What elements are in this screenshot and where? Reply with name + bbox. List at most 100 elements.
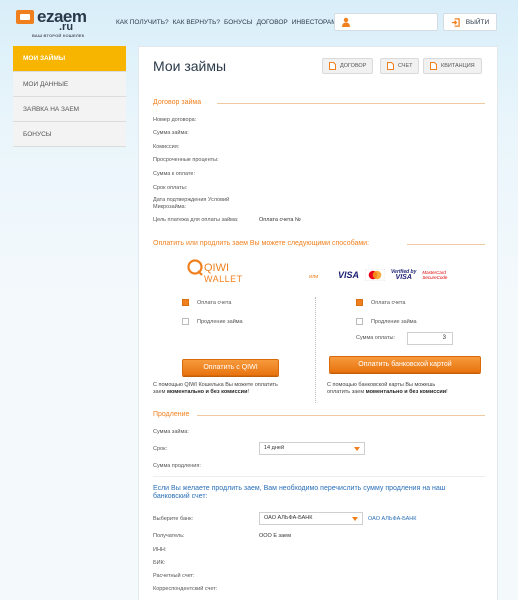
tab-label: СЧЕТ	[398, 63, 413, 69]
field-inn: ИНН:	[153, 547, 167, 553]
section-extend-heading: Продление	[153, 411, 190, 418]
sidebar-item-my-data[interactable]: МОИ ДАННЫЕ	[13, 72, 126, 97]
field-payment-purpose: Цель платежа для оплаты займа:	[153, 217, 239, 223]
qiwi-note-bold: моментально и без комиссии	[166, 389, 248, 395]
document-icon	[329, 62, 336, 70]
field-terms-date: Дата подтверждения Условий Микрозайма:	[153, 197, 230, 210]
option-label: Продление займа	[371, 318, 417, 325]
field-loan-sum: Сумма займа:	[153, 130, 189, 136]
checkbox-unchecked[interactable]	[356, 318, 363, 325]
field-bik: БИК:	[153, 560, 166, 566]
visa-logo: VISA	[338, 270, 360, 280]
payment-purpose-value: Оплата счета №	[259, 217, 301, 223]
chevron-down-icon	[352, 517, 358, 521]
card-option-pay[interactable]: Оплата счета	[356, 299, 405, 306]
field-commission: Комиссия:	[153, 144, 180, 150]
section-pay-heading: Оплатить или продлить заем Вы можете сле…	[153, 240, 370, 247]
wallet-logo-text: WALLET	[204, 274, 243, 284]
logo-tagline: ВАШ ВТОРОЙ КОШЕЛЕК	[32, 33, 85, 38]
tab-invoice[interactable]: СЧЕТ	[380, 58, 420, 74]
card-note-line-2: оплатить заем	[327, 389, 366, 395]
field-account: Расчетный счет:	[153, 573, 195, 579]
bank-select-value: ОАО АЛЬФА-БАНК	[264, 515, 313, 521]
card-note: С помощью банковской карты Вы можешь опл…	[327, 382, 487, 396]
extend-notice: Если Вы желаете продлить заем, Вам необх…	[153, 485, 446, 500]
card-option-extend[interactable]: Продление займа	[356, 318, 417, 325]
field-extend-sum: Сумма продления:	[153, 463, 201, 469]
qiwi-note-end: !	[247, 389, 249, 395]
main-panel: Мои займы ДОГОВОР СЧЕТ КВИТАНЦИЯ Договор…	[138, 46, 498, 600]
top-nav: КАК ПОЛУЧИТЬ? КАК ВЕРНУТЬ? БОНУСЫ ДОГОВО…	[116, 19, 337, 26]
document-icon	[430, 62, 437, 70]
chevron-down-icon	[354, 447, 360, 451]
qiwi-option-extend[interactable]: Продление займа	[182, 318, 243, 325]
field-term: Срок:	[153, 446, 168, 452]
section-contract-heading: Договор займа	[153, 99, 202, 106]
field-sum-to-pay: Сумма к оплате:	[153, 171, 195, 177]
option-label: Продление займа	[197, 318, 243, 325]
checkbox-unchecked[interactable]	[182, 318, 189, 325]
pay-qiwi-button[interactable]: Оплатить с QIWI	[182, 359, 279, 376]
term-select-value: 14 дней	[264, 445, 285, 451]
field-due-date: Срок оплаты:	[153, 185, 188, 191]
tab-label: КВИТАНЦИЯ	[441, 63, 475, 69]
logo-domain: .ru	[59, 21, 74, 33]
page-title: Мои займы	[153, 58, 227, 74]
field-choose-bank: Выберите банк:	[153, 516, 193, 522]
verified-by-visa-logo: Verified by VISA	[391, 270, 416, 282]
logout-icon	[451, 17, 460, 27]
pay-card-button[interactable]: Оплатить банковской картой	[329, 356, 481, 373]
nav-contract[interactable]: ДОГОВОР	[257, 19, 288, 26]
sidebar-item-my-loans[interactable]: МОИ ЗАЙМЫ	[13, 46, 126, 72]
divider	[197, 415, 485, 416]
qiwi-note-line-2: заем	[153, 389, 167, 395]
qiwi-logo-text: QIWI	[204, 262, 229, 274]
nav-how-to-get[interactable]: КАК ПОЛУЧИТЬ?	[116, 19, 169, 26]
logout-label: ВЫЙТИ	[465, 18, 490, 26]
qiwi-wallet-logo: QIWI WALLET	[187, 259, 243, 284]
sidebar-item-bonuses[interactable]: БОНУСЫ	[13, 122, 126, 147]
option-label: Оплата счета	[371, 299, 406, 306]
field-overdue-interest: Просроченные проценты:	[153, 157, 219, 163]
card-note-line-1: С помощью банковской карты Вы можешь	[327, 382, 436, 388]
tab-label: ДОГОВОР	[340, 63, 367, 69]
option-label: Оплата счета	[197, 299, 232, 306]
mcsc-line-2: SecureCode	[422, 275, 448, 280]
header: ezaem .ru ВАШ ВТОРОЙ КОШЕЛЕК КАК ПОЛУЧИТ…	[0, 0, 518, 44]
checkbox-checked[interactable]	[356, 299, 363, 306]
qiwi-note: С помощью QIWI Кошелька Вы можете оплати…	[153, 382, 308, 396]
nav-how-to-return[interactable]: КАК ВЕРНУТЬ?	[173, 19, 220, 26]
mastercard-logo	[365, 269, 386, 281]
field-recipient: Получатель:	[153, 533, 185, 539]
bank-link[interactable]: ОАО АЛЬФА-БАНК	[368, 516, 416, 522]
wallet-icon	[16, 10, 34, 24]
qiwi-option-pay[interactable]: Оплата счета	[182, 299, 231, 306]
nav-investors[interactable]: ИНВЕСТОРАМ	[292, 19, 337, 26]
logout-button[interactable]: ВЫЙТИ	[443, 13, 497, 31]
payment-sum-label: Сумма оплаты:	[356, 335, 395, 341]
logo[interactable]: ezaem .ru ВАШ ВТОРОЙ КОШЕЛЕК	[16, 7, 112, 40]
recipient-value: ООО Е заем	[259, 533, 291, 539]
nav-bonuses[interactable]: БОНУСЫ	[224, 19, 253, 26]
user-account-box[interactable]	[334, 13, 438, 31]
bank-select[interactable]: ОАО АЛЬФА-БАНК	[259, 512, 363, 525]
payment-sum-input[interactable]: 3	[407, 332, 453, 345]
card-note-bold: моментально и без комиссии	[365, 389, 447, 395]
qiwi-note-line-1: С помощью QIWI Кошелька Вы можете оплати…	[153, 382, 278, 388]
mastercard-securecode-logo: MasterCard SecureCode	[422, 270, 447, 280]
divider	[153, 476, 485, 477]
card-logos: VISA Verified by VISA MasterCard SecureC…	[338, 269, 447, 281]
tab-receipt[interactable]: КВИТАНЦИЯ	[423, 58, 482, 74]
or-label: или	[309, 274, 319, 280]
checkbox-checked[interactable]	[182, 299, 189, 306]
tab-contract[interactable]: ДОГОВОР	[322, 58, 374, 74]
field-extend-loan-sum: Сумма займа:	[153, 429, 189, 435]
sidebar: МОИ ЗАЙМЫ МОИ ДАННЫЕ ЗАЯВКА НА ЗАЕМ БОНУ…	[13, 46, 126, 147]
term-select[interactable]: 14 дней	[259, 442, 365, 455]
column-divider	[315, 297, 316, 403]
user-icon	[342, 17, 350, 27]
card-note-end: !	[446, 389, 448, 395]
field-corr-account: Корреспондентский счет:	[153, 586, 218, 592]
divider	[407, 244, 485, 245]
sidebar-item-loan-request[interactable]: ЗАЯВКА НА ЗАЕМ	[13, 97, 126, 122]
